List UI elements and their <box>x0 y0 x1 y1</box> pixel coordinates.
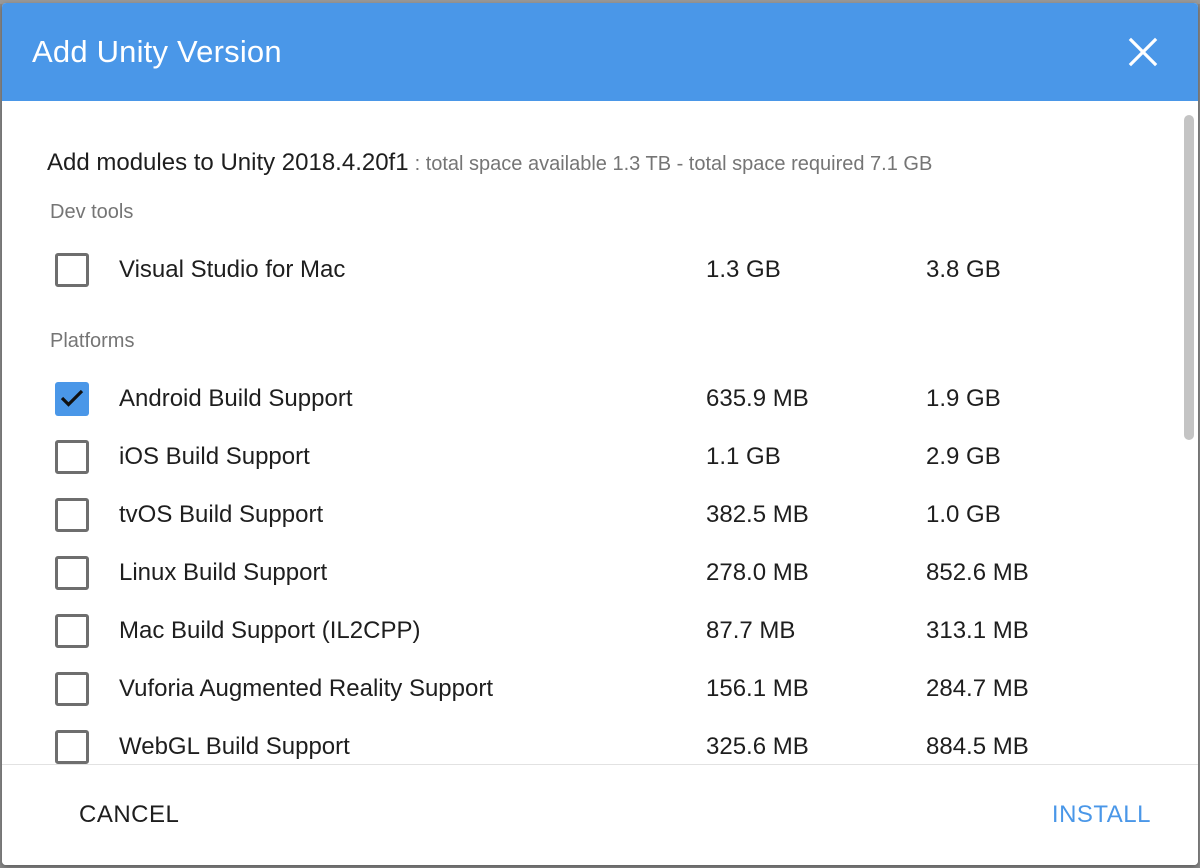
module-download-size: 87.7 MB <box>706 617 796 644</box>
section-label-platforms: Platforms <box>50 330 135 352</box>
dialog-footer: CANCEL INSTALL <box>2 764 1198 865</box>
module-row[interactable]: Linux Build Support 278.0 MB 852.6 MB <box>2 550 1162 600</box>
space-summary: : total space available 1.3 TB - total s… <box>414 153 933 175</box>
module-row[interactable]: Mac Build Support (IL2CPP) 87.7 MB 313.1 M… <box>2 608 1162 658</box>
module-download-size: 635.9 MB <box>706 385 809 412</box>
scrollbar-thumb[interactable] <box>1184 115 1194 440</box>
module-name: Mac Build Support (IL2CPP) <box>119 617 421 644</box>
module-row[interactable]: Visual Studio for Mac 1.3 GB 3.8 GB <box>2 247 1162 297</box>
module-install-size: 313.1 MB <box>926 617 1029 644</box>
module-download-size: 1.1 GB <box>706 443 781 470</box>
install-button[interactable]: INSTALL <box>1052 801 1151 829</box>
module-name: Visual Studio for Mac <box>119 256 346 283</box>
checkmark-icon <box>60 389 84 407</box>
dialog-header: Add Unity Version <box>2 3 1198 101</box>
module-checkbox[interactable] <box>55 253 89 287</box>
scrollbar[interactable] <box>1182 111 1194 751</box>
module-name: Android Build Support <box>119 385 353 412</box>
module-name: Linux Build Support <box>119 559 328 586</box>
module-checkbox[interactable] <box>55 556 89 590</box>
module-row[interactable]: WebGL Build Support 325.6 MB 884.5 MB <box>2 724 1162 764</box>
module-download-size: 1.3 GB <box>706 256 781 283</box>
module-install-size: 284.7 MB <box>926 675 1029 702</box>
modules-list-panel[interactable]: Add modules to Unity 2018.4.20f1: total … <box>2 101 1198 764</box>
module-name: tvOS Build Support <box>119 501 324 528</box>
close-button[interactable] <box>1124 33 1162 71</box>
module-install-size: 852.6 MB <box>926 559 1029 586</box>
module-install-size: 3.8 GB <box>926 256 1001 283</box>
intro-title: Add modules to Unity 2018.4.20f1 <box>47 149 409 176</box>
module-download-size: 156.1 MB <box>706 675 809 702</box>
section-label-dev-tools: Dev tools <box>50 201 134 223</box>
module-checkbox[interactable] <box>55 672 89 706</box>
add-unity-version-dialog: Add Unity Version Add modules to Unity 2… <box>2 3 1198 865</box>
module-name: WebGL Build Support <box>119 733 350 760</box>
module-install-size: 884.5 MB <box>926 733 1029 760</box>
module-name: iOS Build Support <box>119 443 310 470</box>
module-checkbox[interactable] <box>55 440 89 474</box>
intro-line: Add modules to Unity 2018.4.20f1: total … <box>47 149 932 177</box>
module-download-size: 278.0 MB <box>706 559 809 586</box>
module-install-size: 1.9 GB <box>926 385 1001 412</box>
module-checkbox[interactable] <box>55 730 89 764</box>
module-name: Vuforia Augmented Reality Support <box>119 675 494 702</box>
cancel-button[interactable]: CANCEL <box>79 801 179 829</box>
module-download-size: 382.5 MB <box>706 501 809 528</box>
module-checkbox[interactable] <box>55 498 89 532</box>
module-checkbox[interactable] <box>55 614 89 648</box>
module-download-size: 325.6 MB <box>706 733 809 760</box>
close-icon <box>1128 37 1158 67</box>
dialog-title: Add Unity Version <box>32 34 282 69</box>
module-row[interactable]: tvOS Build Support 382.5 MB 1.0 GB <box>2 492 1162 542</box>
module-row[interactable]: Android Build Support 635.9 MB 1.9 GB <box>2 376 1162 426</box>
module-install-size: 1.0 GB <box>926 501 1001 528</box>
module-install-size: 2.9 GB <box>926 443 1001 470</box>
module-checkbox[interactable] <box>55 382 89 416</box>
module-row[interactable]: iOS Build Support 1.1 GB 2.9 GB <box>2 434 1162 484</box>
module-row[interactable]: Vuforia Augmented Reality Support 156.1 M… <box>2 666 1162 716</box>
